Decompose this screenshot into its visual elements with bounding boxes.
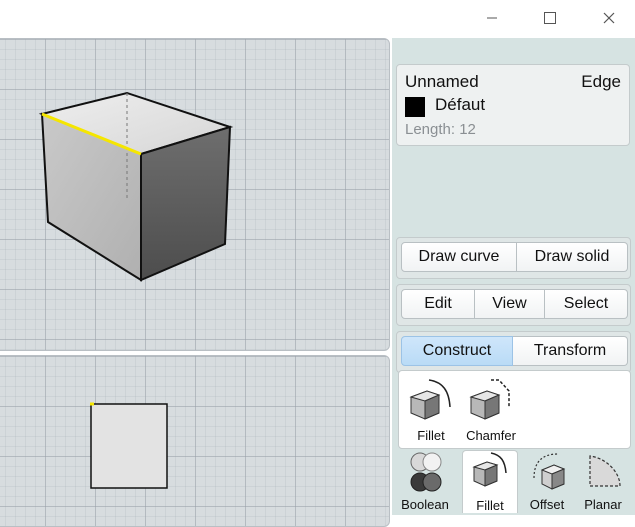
object-name: Unnamed: [405, 72, 479, 91]
select-button[interactable]: Select: [545, 289, 628, 319]
perspective-viewport[interactable]: [0, 38, 390, 351]
fillet-label: Fillet: [417, 428, 445, 443]
mode-group: Edit View Select: [396, 284, 631, 326]
cube-3d[interactable]: [0, 39, 389, 350]
fillet-icon: [409, 379, 451, 420]
fillet-icon: [472, 452, 507, 487]
chamfer-icon: [469, 379, 510, 420]
close-button[interactable]: [587, 4, 631, 32]
bottom-toolbar: Boolean Fillet Offset Planar: [396, 450, 632, 515]
title-bar: [0, 0, 635, 38]
maximize-button[interactable]: [528, 4, 572, 32]
top-viewport[interactable]: [0, 355, 390, 527]
offset-label: Offset: [529, 497, 565, 512]
draw-group: Draw curve Draw solid: [396, 237, 631, 279]
planar-tool[interactable]: Planar: [576, 450, 630, 512]
close-icon: [603, 12, 615, 24]
boolean-label: Boolean: [401, 497, 449, 512]
layer-name[interactable]: Défaut: [435, 95, 485, 115]
boolean-tool[interactable]: Boolean: [398, 450, 452, 512]
layer-color-swatch[interactable]: [405, 97, 425, 117]
category-tabs: Construct Transform: [396, 331, 631, 373]
edit-button[interactable]: Edit: [401, 289, 475, 319]
side-panel: Unnamed Edge Défaut Length: 12 Draw curv…: [392, 38, 635, 515]
fillet-bottom-label: Fillet: [476, 498, 504, 513]
maximize-icon: [544, 12, 556, 24]
offset-icon: [533, 453, 566, 490]
cube-top-view[interactable]: [0, 356, 389, 526]
tab-transform[interactable]: Transform: [513, 336, 628, 366]
object-type: Edge: [581, 72, 621, 91]
tab-construct[interactable]: Construct: [401, 336, 513, 366]
chamfer-tool[interactable]: Chamfer: [461, 375, 521, 443]
properties-panel: Unnamed Edge Défaut Length: 12: [396, 64, 630, 146]
planar-label: Planar: [584, 497, 622, 512]
boolean-icon: [410, 452, 442, 492]
minimize-icon: [487, 17, 497, 19]
chamfer-label: Chamfer: [466, 428, 516, 443]
draw-solid-button[interactable]: Draw solid: [517, 242, 628, 272]
fillet-tool[interactable]: Fillet: [401, 375, 461, 443]
view-button[interactable]: View: [475, 289, 545, 319]
draw-curve-button[interactable]: Draw curve: [401, 242, 517, 272]
minimize-button[interactable]: [470, 4, 514, 32]
construct-tools: Fillet Chamfer: [398, 370, 631, 449]
offset-tool[interactable]: Offset: [520, 450, 574, 512]
fillet-tool-bottom[interactable]: Fillet: [462, 450, 518, 513]
planar-icon: [589, 455, 621, 487]
length-readout: Length: 12: [405, 121, 476, 138]
